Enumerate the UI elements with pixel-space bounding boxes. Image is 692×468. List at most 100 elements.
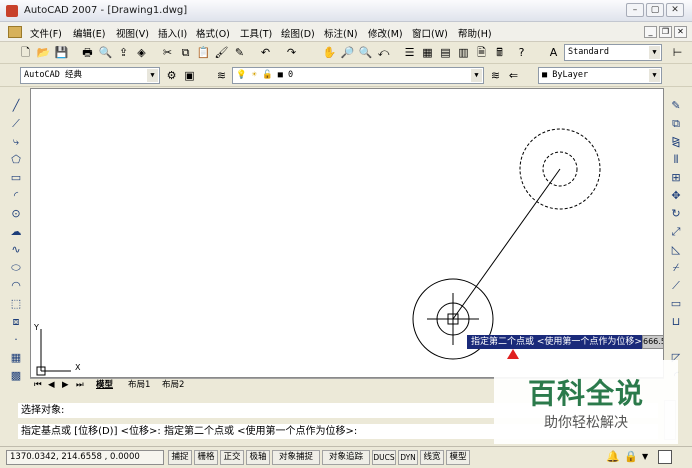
erase-icon[interactable]: ✎ [668, 98, 684, 114]
otrack-toggle[interactable]: 对象追踪 [322, 450, 370, 465]
osnap-toggle[interactable]: 对象捕捉 [272, 450, 320, 465]
menu-draw[interactable]: 绘图(D) [281, 26, 315, 40]
zoom-previous-icon[interactable]: ⤺ [376, 45, 391, 60]
text-style-combo[interactable]: Standard ▼ [564, 44, 662, 61]
autocad-app-icon[interactable] [6, 5, 18, 17]
doc-close-button[interactable]: ✕ [674, 26, 687, 38]
clean-screen-icon[interactable] [658, 450, 672, 464]
zoom-window-icon[interactable]: 🔍 [358, 45, 373, 60]
pan-icon[interactable]: ✋ [322, 45, 337, 60]
trim-icon[interactable]: ⌿ [668, 260, 684, 276]
make-block-icon[interactable]: ⧈ [8, 314, 24, 330]
extend-icon[interactable]: ⟋ [668, 278, 684, 294]
move-icon[interactable]: ✥ [668, 188, 684, 204]
menu-tools[interactable]: 工具(T) [240, 26, 272, 40]
stretch-icon[interactable]: ◺ [668, 242, 684, 258]
prev-tab-icon[interactable]: ◀ [48, 379, 58, 391]
polygon-icon[interactable]: ⬠ [8, 152, 24, 168]
tab-model[interactable]: 模型 [96, 379, 113, 391]
save-icon[interactable]: 💾 [54, 45, 69, 60]
menu-edit[interactable]: 编辑(E) [73, 26, 105, 40]
dyn-toggle[interactable]: DYN [398, 450, 418, 465]
layer-combo[interactable]: 💡 ☀ 🔓 ■ 0 ▼ [232, 67, 484, 84]
last-tab-icon[interactable]: ⏭ [76, 379, 86, 391]
ellipse-arc-icon[interactable]: ◠ [8, 278, 24, 294]
help-icon[interactable]: ? [514, 45, 529, 60]
dynamic-input-value[interactable]: 666.5 [642, 335, 664, 349]
gradient-icon[interactable]: ▩ [8, 368, 24, 384]
doc-minimize-button[interactable]: _ [644, 26, 657, 38]
tab-layout1[interactable]: 布局1 [128, 379, 150, 391]
insert-block-icon[interactable]: ⬚ [8, 296, 24, 312]
workspace-combo[interactable]: AutoCAD 经典 ▼ [20, 67, 160, 84]
copy-icon[interactable]: ⧉ [178, 45, 193, 60]
menu-file[interactable]: 文件(F) [30, 26, 62, 40]
print-icon[interactable]: 🖶 [80, 45, 95, 60]
text-style-icon[interactable]: A [546, 45, 561, 60]
grid-toggle[interactable]: 栅格 [194, 450, 218, 465]
new-file-icon[interactable]: 🗋 [18, 45, 33, 60]
cut-icon[interactable]: ✂ [160, 45, 175, 60]
menu-modify[interactable]: 修改(M) [368, 26, 403, 40]
menu-help[interactable]: 帮助(H) [458, 26, 492, 40]
join-icon[interactable]: ⊔ [668, 314, 684, 330]
menu-format[interactable]: 格式(O) [196, 26, 230, 40]
next-tab-icon[interactable]: ▶ [62, 379, 72, 391]
undo-icon[interactable]: ↶ [258, 45, 273, 60]
point-icon[interactable]: · [8, 332, 24, 348]
menu-dimension[interactable]: 标注(N) [324, 26, 358, 40]
doc-restore-button[interactable]: ❐ [659, 26, 672, 38]
array-icon[interactable]: ⊞ [668, 170, 684, 186]
lock-icon[interactable]: 🔒 [624, 450, 638, 464]
chevron-down-icon[interactable]: ▼ [642, 450, 654, 464]
properties-icon[interactable]: ☰ [402, 45, 417, 60]
ducs-toggle[interactable]: DUCS [372, 450, 396, 465]
block-editor-icon[interactable]: ✎ [232, 45, 247, 60]
sheet-set-icon[interactable]: ▥ [456, 45, 471, 60]
lineweight-toggle[interactable]: 线宽 [420, 450, 444, 465]
color-combo[interactable]: ■ ByLayer ▼ [538, 67, 662, 84]
first-tab-icon[interactable]: ⏮ [34, 379, 44, 391]
copy-object-icon[interactable]: ⧉ [668, 116, 684, 132]
my-workspace-icon[interactable]: ▣ [182, 68, 197, 83]
revision-cloud-icon[interactable]: ☁ [8, 224, 24, 240]
make-current-layer-icon[interactable]: ≋ [488, 68, 503, 83]
polyline-icon[interactable]: ⤷ [8, 134, 24, 150]
match-properties-icon[interactable]: 🖌 [214, 45, 229, 60]
rotate-icon[interactable]: ↻ [668, 206, 684, 222]
redo-icon[interactable]: ↷ [284, 45, 299, 60]
menu-window[interactable]: 窗口(W) [412, 26, 448, 40]
coordinate-readout[interactable]: 1370.0342, 214.6558 , 0.0000 [6, 450, 164, 465]
layer-previous-icon[interactable]: ⇐ [506, 68, 521, 83]
document-icon[interactable] [8, 26, 22, 38]
snap-toggle[interactable]: 捕捉 [168, 450, 192, 465]
break-icon[interactable]: ▭ [668, 296, 684, 312]
construction-line-icon[interactable]: ⟋ [8, 116, 24, 132]
chevron-down-icon[interactable]: ▼ [147, 69, 158, 82]
design-center-icon[interactable]: ▦ [420, 45, 435, 60]
maximize-button[interactable]: ▢ [646, 3, 664, 17]
model-space-toggle[interactable]: 模型 [446, 450, 470, 465]
spline-icon[interactable]: ∿ [8, 242, 24, 258]
rectangle-icon[interactable]: ▭ [8, 170, 24, 186]
calculator-icon[interactable]: 🖩 [492, 45, 507, 60]
menu-view[interactable]: 视图(V) [116, 26, 149, 40]
communication-center-icon[interactable]: 🔔 [606, 450, 620, 464]
markup-icon[interactable]: 🗎 [474, 45, 489, 60]
layer-manager-icon[interactable]: ≋ [214, 68, 229, 83]
polar-toggle[interactable]: 极轴 [246, 450, 270, 465]
offset-icon[interactable]: ⫴ [668, 152, 684, 168]
paste-icon[interactable]: 📋 [196, 45, 211, 60]
ellipse-icon[interactable]: ⬭ [8, 260, 24, 276]
3d-dwf-icon[interactable]: ◈ [134, 45, 149, 60]
dim-style-icon[interactable]: ⊢ [670, 45, 685, 60]
hatch-icon[interactable]: ▦ [8, 350, 24, 366]
open-folder-icon[interactable]: 📂 [36, 45, 51, 60]
ortho-toggle[interactable]: 正交 [220, 450, 244, 465]
minimize-button[interactable]: – [626, 3, 644, 17]
chevron-down-icon[interactable]: ▼ [471, 69, 482, 82]
circle-icon[interactable]: ⊙ [8, 206, 24, 222]
close-button[interactable]: ✕ [666, 3, 684, 17]
mirror-icon[interactable]: ⧎ [668, 134, 684, 150]
tool-palettes-icon[interactable]: ▤ [438, 45, 453, 60]
